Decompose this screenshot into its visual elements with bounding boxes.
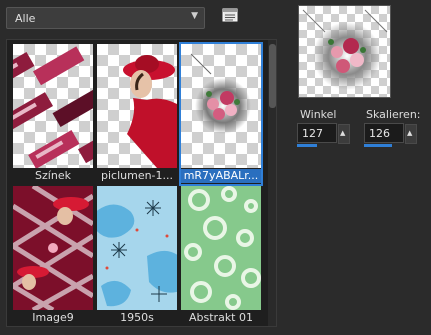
tile-caption: 1950s (120, 311, 154, 324)
winkel-input[interactable]: 127 (297, 123, 337, 143)
filter-dropdown[interactable]: Alle ▼ (6, 7, 205, 29)
gallery-tile-1950s[interactable]: 1950s (97, 186, 177, 326)
tile-thumbnail (97, 186, 177, 310)
skalieren-value: 126 (369, 127, 390, 140)
pattern-gallery: Színek piclumen-1... mR7yABALr... Image9… (6, 39, 277, 327)
tile-thumbnail (97, 44, 177, 168)
list-view-icon[interactable] (222, 8, 238, 22)
tile-thumbnail (181, 44, 261, 168)
pattern-preview (298, 5, 391, 98)
skalieren-spin-button[interactable]: ▲ (405, 124, 417, 144)
skalieren-label: Skalieren: (366, 108, 421, 121)
skalieren-progress-bar[interactable] (364, 144, 392, 147)
tile-caption: Abstrakt 01 (189, 311, 253, 324)
scrollbar-thumb[interactable] (269, 44, 276, 108)
chevron-down-icon: ▼ (191, 11, 198, 21)
gallery-tile-piclumen[interactable]: piclumen-1... (97, 44, 177, 184)
tile-caption: mR7yABALr... (181, 169, 261, 183)
filter-selected-value: Alle (15, 12, 36, 25)
tile-caption: piclumen-1... (100, 169, 174, 182)
winkel-spin-button[interactable]: ▲ (338, 124, 350, 144)
tile-thumbnail (181, 186, 261, 310)
winkel-value: 127 (302, 127, 323, 140)
gallery-tile-szinek[interactable]: Színek (13, 44, 93, 184)
gallery-tile-image9[interactable]: Image9 (13, 186, 93, 326)
tile-thumbnail (13, 186, 93, 310)
winkel-label: Winkel (300, 108, 337, 121)
gallery-tile-abstrakt-01[interactable]: Abstrakt 01 (181, 186, 261, 326)
tile-caption: Színek (35, 169, 71, 182)
tile-caption: Image9 (32, 311, 74, 324)
skalieren-input[interactable]: 126 (364, 123, 404, 143)
winkel-progress-bar[interactable] (297, 144, 317, 147)
tile-thumbnail (13, 44, 93, 168)
gallery-tile-selected[interactable]: mR7yABALr... (179, 42, 263, 186)
